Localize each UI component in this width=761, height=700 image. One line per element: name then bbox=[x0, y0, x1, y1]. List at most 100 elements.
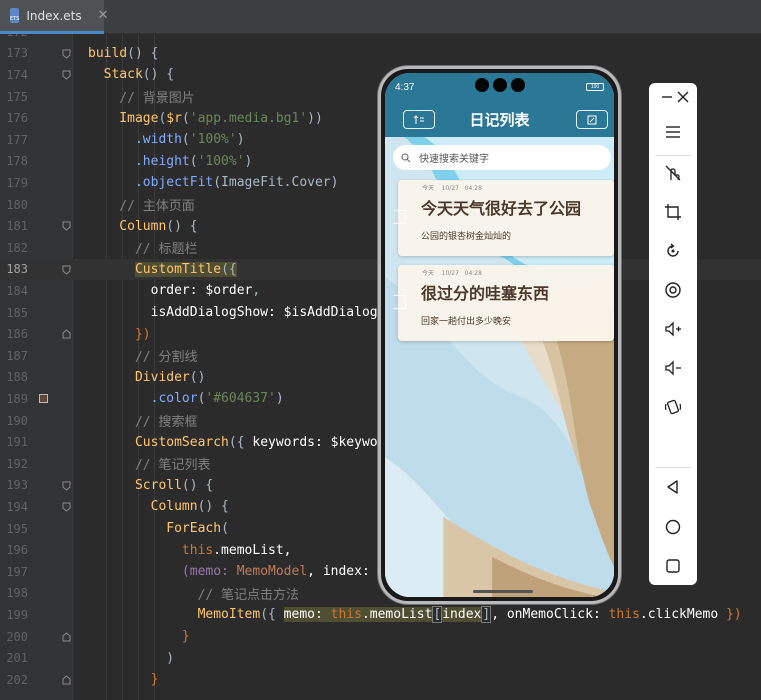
code-token: (ImageFit.Cover) bbox=[213, 175, 339, 191]
code-line[interactable]: 201 ) bbox=[0, 647, 761, 669]
code-token: }) bbox=[718, 607, 742, 623]
code-token: ({ bbox=[228, 434, 253, 450]
code-token: () { bbox=[197, 499, 229, 515]
code-token: isAddDialogShow: bbox=[88, 305, 284, 321]
tab-index-ets[interactable]: ETS Index.ets ✕ bbox=[0, 0, 109, 34]
memo-card[interactable]: 今天 10/27 04:28 今天天气很好去了公园 公园的银杏树金灿灿的 bbox=[394, 180, 614, 256]
code-token: .width bbox=[88, 132, 182, 148]
code-text: // 标题栏 bbox=[88, 238, 198, 257]
home-indicator[interactable] bbox=[473, 590, 533, 593]
fold-open-icon[interactable] bbox=[62, 70, 71, 80]
line-number: 184 bbox=[6, 283, 28, 298]
record-icon bbox=[665, 282, 681, 298]
memo-card[interactable]: 今天 10/27 04:28 很过分的哇塞东西 回家一趟付出多少晚安 bbox=[394, 265, 614, 341]
app-title-bar: 日记列表 bbox=[385, 101, 614, 137]
line-number: 175 bbox=[6, 89, 28, 104]
emulator-toolbar bbox=[649, 83, 697, 585]
code-text: Scroll() { bbox=[88, 478, 213, 493]
code-token: , onMemoClick: bbox=[491, 607, 609, 623]
touch-off-button[interactable] bbox=[649, 159, 697, 187]
close-icon bbox=[677, 91, 689, 103]
rotate-button[interactable] bbox=[649, 237, 697, 265]
memo-meta: 今天 10/27 04:28 bbox=[422, 185, 482, 192]
code-token: ) bbox=[236, 132, 245, 148]
code-token: index bbox=[442, 607, 482, 623]
recent-button[interactable] bbox=[649, 552, 697, 580]
code-token: '100%' bbox=[189, 132, 237, 148]
code-text: .color('#604637') bbox=[88, 391, 284, 406]
fold-open-icon[interactable] bbox=[62, 502, 71, 512]
code-text: build() { bbox=[88, 46, 158, 61]
code-text: .width('100%') bbox=[88, 132, 245, 147]
line-number: 195 bbox=[6, 521, 28, 536]
fold-open-icon[interactable] bbox=[62, 481, 71, 491]
memo-title: 很过分的哇塞东西 bbox=[421, 284, 550, 303]
line-number: 178 bbox=[6, 154, 28, 169]
recent-icon bbox=[666, 559, 680, 573]
search-placeholder: 快速搜索关键字 bbox=[419, 154, 489, 165]
color-swatch-icon bbox=[39, 394, 48, 404]
line-number: 174 bbox=[6, 67, 28, 82]
line-number: 192 bbox=[6, 456, 28, 471]
fold-open-icon[interactable] bbox=[62, 49, 71, 59]
code-text: MemoItem({ memo: this.memoList[index], o… bbox=[88, 606, 742, 624]
code-text: .height('100%') bbox=[88, 154, 252, 169]
crop-button[interactable] bbox=[649, 198, 697, 226]
code-token: .clickMemo bbox=[639, 607, 719, 623]
edit-button[interactable] bbox=[576, 110, 608, 129]
volume-up-button[interactable] bbox=[649, 315, 697, 343]
shake-button[interactable] bbox=[649, 393, 697, 421]
line-number: 191 bbox=[6, 435, 28, 450]
fold-close-icon[interactable] bbox=[62, 632, 71, 642]
code-text: .objectFit(ImageFit.Cover) bbox=[88, 175, 339, 191]
home-button[interactable] bbox=[649, 513, 697, 541]
line-number: 176 bbox=[6, 111, 28, 126]
code-token: ({ bbox=[221, 261, 237, 277]
code-token: }) bbox=[88, 326, 151, 342]
code-token: } bbox=[88, 629, 190, 645]
fold-close-icon[interactable] bbox=[62, 329, 71, 339]
code-line[interactable]: 173 build() { bbox=[0, 43, 761, 65]
memo-title: 今天天气很好去了公园 bbox=[421, 199, 582, 218]
fold-open-icon[interactable] bbox=[62, 265, 71, 275]
code-token: Scroll bbox=[88, 477, 182, 493]
code-token: // 搜索框 bbox=[88, 415, 198, 431]
volume-down-button[interactable] bbox=[649, 354, 697, 382]
code-token: memo: bbox=[283, 607, 331, 623]
line-number: 202 bbox=[6, 672, 28, 687]
code-token: .memoList, bbox=[213, 542, 292, 558]
code-token: $isAddDialogS bbox=[283, 305, 386, 321]
device-screen[interactable]: 4:37 100 日记列表 快速搜索关键字 今天 10/27 04:28 今天天… bbox=[385, 73, 614, 597]
fold-open-icon[interactable] bbox=[62, 221, 71, 232]
code-text: // 分割线 bbox=[88, 346, 198, 365]
close-button[interactable] bbox=[669, 83, 697, 111]
code-token: ) bbox=[244, 153, 253, 169]
tab-label: Index.ets bbox=[26, 8, 82, 23]
memo-meta: 今天 10/27 04:28 bbox=[422, 270, 482, 277]
battery-icon: 100 bbox=[586, 83, 604, 91]
search-input[interactable]: 快速搜索关键字 bbox=[393, 145, 611, 170]
code-token: () { bbox=[142, 67, 175, 83]
code-token: Column bbox=[88, 499, 198, 515]
line-number: 179 bbox=[6, 175, 28, 190]
menu-button[interactable] bbox=[649, 118, 697, 146]
code-line[interactable]: 199 MemoItem({ memo: this.memoList[index… bbox=[0, 604, 761, 626]
code-token: CustomSearch bbox=[88, 434, 229, 450]
back-icon bbox=[667, 480, 678, 494]
code-token: // 笔记点击方法 bbox=[88, 587, 300, 603]
code-line[interactable]: 202 } bbox=[0, 669, 761, 691]
back-button[interactable] bbox=[649, 473, 697, 501]
volume-down-icon bbox=[665, 360, 681, 376]
line-number: 190 bbox=[6, 413, 28, 428]
code-token: )) bbox=[307, 110, 323, 126]
code-token: '100%' bbox=[197, 153, 245, 169]
code-token: , bbox=[252, 283, 261, 299]
code-line[interactable]: 172 bbox=[0, 34, 761, 43]
record-button[interactable] bbox=[649, 276, 697, 304]
close-tab-icon[interactable]: ✕ bbox=[98, 8, 109, 23]
shake-icon bbox=[664, 399, 682, 415]
code-line[interactable]: 200 } bbox=[0, 626, 761, 648]
code-token: $r bbox=[166, 110, 182, 126]
fold-close-icon[interactable] bbox=[62, 675, 71, 685]
